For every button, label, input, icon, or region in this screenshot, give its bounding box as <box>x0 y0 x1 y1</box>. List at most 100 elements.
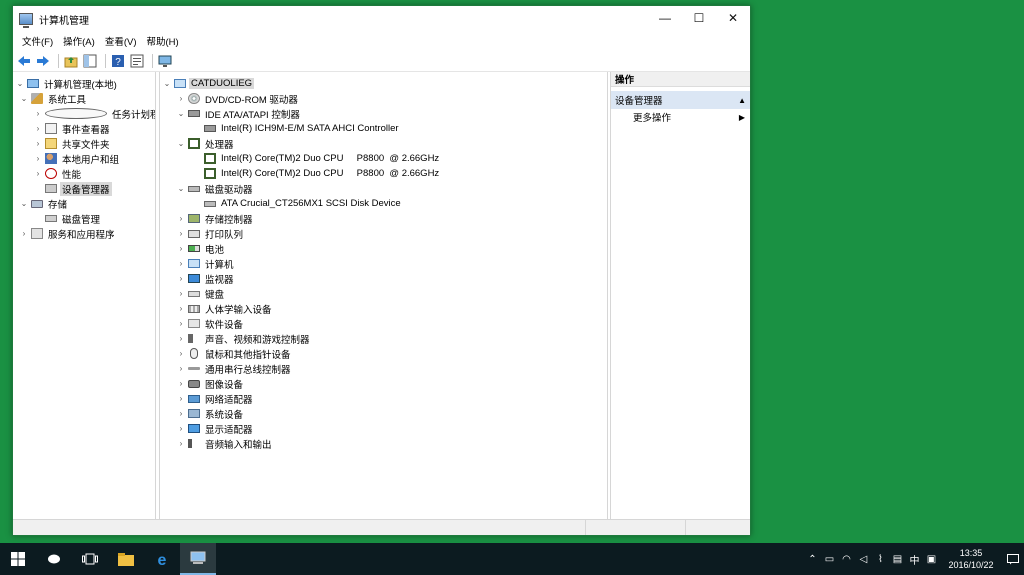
expanded-chevron-icon[interactable]: ⌄ <box>19 199 29 208</box>
device-category-audio-io[interactable]: › 音频输入和输出 <box>176 436 274 451</box>
device-category-imaging[interactable]: › 图像设备 <box>176 376 245 391</box>
tree-item-task-scheduler[interactable]: › 任务计划程序 <box>33 106 155 121</box>
device-category-print-queues[interactable]: › 打印队列 <box>176 226 245 241</box>
menu-action[interactable]: 操作(A) <box>58 34 100 48</box>
collapsed-chevron-icon[interactable]: › <box>176 349 186 358</box>
task-view-button[interactable] <box>72 543 108 575</box>
device-category-display[interactable]: › 显示适配器 <box>176 421 255 436</box>
collapsed-chevron-icon[interactable]: › <box>176 394 186 403</box>
collapsed-chevron-icon[interactable]: › <box>176 304 186 313</box>
device-category-monitors[interactable]: › 监视器 <box>176 271 236 286</box>
collapsed-chevron-icon[interactable]: › <box>176 229 186 238</box>
properties-button[interactable] <box>129 53 145 69</box>
device-category-disk-drives[interactable]: ⌄ 磁盘驱动器 <box>176 181 255 196</box>
show-hidden-icons-chevron-icon[interactable]: ⌃ <box>804 554 821 565</box>
collapsed-chevron-icon[interactable]: › <box>33 154 43 163</box>
collapsed-chevron-icon[interactable]: › <box>176 289 186 298</box>
collapsed-chevron-icon[interactable]: › <box>33 139 43 148</box>
collapsed-chevron-icon[interactable]: › <box>176 94 186 103</box>
device-category-system[interactable]: › 系统设备 <box>176 406 245 421</box>
maximize-button[interactable]: ☐ <box>682 6 716 30</box>
collapsed-chevron-icon[interactable]: › <box>176 439 186 448</box>
up-level-button[interactable] <box>63 53 79 69</box>
device-category-ide[interactable]: ⌄ IDE ATA/ATAPI 控制器 <box>176 106 302 121</box>
tree-item-device-manager[interactable]: 设备管理器 <box>33 181 112 196</box>
tree-item-computer-management[interactable]: ⌄ 计算机管理(本地) <box>15 76 119 91</box>
collapsed-chevron-icon[interactable]: › <box>33 124 43 133</box>
action-center-button[interactable] <box>1002 543 1024 575</box>
cortana-button[interactable] <box>36 543 72 575</box>
wifi-tray-icon[interactable]: ◠ <box>838 554 855 565</box>
menu-help[interactable]: 帮助(H) <box>141 34 183 48</box>
start-button[interactable] <box>0 543 36 575</box>
tree-item-shared-folders[interactable]: › 共享文件夹 <box>33 136 112 151</box>
file-explorer-button[interactable] <box>108 543 144 575</box>
scan-hardware-button[interactable] <box>157 53 173 69</box>
collapsed-chevron-icon[interactable]: › <box>176 409 186 418</box>
expanded-chevron-icon[interactable]: ⌄ <box>176 109 186 118</box>
show-hide-tree-button[interactable] <box>82 53 98 69</box>
device-category-network[interactable]: › 网络适配器 <box>176 391 255 406</box>
device-item-cpu-0[interactable]: Intel(R) Core(TM)2 Duo CPU P8800 @ 2.66G… <box>192 151 441 166</box>
computer-management-taskbar-button[interactable] <box>180 543 216 575</box>
device-category-sound[interactable]: › 声音、视频和游戏控制器 <box>176 331 312 346</box>
collapsed-chevron-icon[interactable]: › <box>176 424 186 433</box>
keyboard-tray-icon[interactable]: ▤ <box>889 554 906 565</box>
tree-item-services-apps[interactable]: › 服务和应用程序 <box>19 226 117 241</box>
actions-section-device-manager[interactable]: 设备管理器 ▲ <box>611 91 750 109</box>
collapsed-chevron-icon[interactable]: › <box>176 214 186 223</box>
expanded-chevron-icon[interactable]: ⌄ <box>176 184 186 193</box>
device-category-keyboards[interactable]: › 键盘 <box>176 286 226 301</box>
tree-item-local-users[interactable]: › 本地用户和组 <box>33 151 121 166</box>
collapsed-chevron-icon[interactable]: › <box>33 169 43 178</box>
more-actions-item[interactable]: 更多操作 ▶ <box>611 109 750 125</box>
ime-indicator[interactable]: 中 <box>906 552 923 567</box>
minimize-button[interactable]: — <box>648 6 682 30</box>
collapsed-chevron-icon[interactable]: › <box>176 244 186 253</box>
tree-item-system-tools[interactable]: ⌄ 系统工具 <box>19 91 88 106</box>
menu-view[interactable]: 查看(V) <box>100 34 142 48</box>
thermometer-tray-icon[interactable]: ⌇ <box>872 554 889 565</box>
battery-tray-icon[interactable]: ▭ <box>821 554 838 565</box>
collapse-up-icon[interactable]: ▲ <box>738 96 746 105</box>
clock[interactable]: 13:35 2016/10/22 <box>940 547 1002 571</box>
device-item-sata-controller[interactable]: Intel(R) ICH9M-E/M SATA AHCI Controller <box>192 121 401 136</box>
tree-item-storage[interactable]: ⌄ 存储 <box>19 196 69 211</box>
device-category-storage-controllers[interactable]: › 存储控制器 <box>176 211 255 226</box>
expanded-chevron-icon[interactable]: ⌄ <box>176 139 186 148</box>
device-category-batteries[interactable]: › 电池 <box>176 241 226 256</box>
device-category-hid[interactable]: › 人体学输入设备 <box>176 301 274 316</box>
expanded-chevron-icon[interactable]: ⌄ <box>162 79 172 88</box>
help-button[interactable]: ? <box>110 53 126 69</box>
device-item-ssd[interactable]: ATA Crucial_CT256MX1 SCSI Disk Device <box>192 196 403 211</box>
forward-button[interactable] <box>35 53 51 69</box>
tree-item-event-viewer[interactable]: › 事件查看器 <box>33 121 112 136</box>
device-category-computer[interactable]: › 计算机 <box>176 256 236 271</box>
device-item-cpu-1[interactable]: Intel(R) Core(TM)2 Duo CPU P8800 @ 2.66G… <box>192 166 441 181</box>
device-category-processor[interactable]: ⌄ 处理器 <box>176 136 236 151</box>
device-category-software-devices[interactable]: › 软件设备 <box>176 316 245 331</box>
collapsed-chevron-icon[interactable]: › <box>176 319 186 328</box>
device-category-dvd[interactable]: › DVD/CD-ROM 驱动器 <box>176 91 300 106</box>
close-button[interactable]: ✕ <box>716 6 750 30</box>
expanded-chevron-icon[interactable]: ⌄ <box>19 94 29 103</box>
title-bar[interactable]: 计算机管理 — ☐ ✕ <box>13 6 750 32</box>
collapsed-chevron-icon[interactable]: › <box>19 229 29 238</box>
collapsed-chevron-icon[interactable]: › <box>176 259 186 268</box>
expanded-chevron-icon[interactable]: ⌄ <box>15 79 25 88</box>
collapsed-chevron-icon[interactable]: › <box>176 364 186 373</box>
device-category-usb[interactable]: › 通用串行总线控制器 <box>176 361 293 376</box>
collapsed-chevron-icon[interactable]: › <box>176 274 186 283</box>
collapsed-chevron-icon[interactable]: › <box>176 379 186 388</box>
collapsed-chevron-icon[interactable]: › <box>176 334 186 343</box>
device-root[interactable]: ⌄ CATDUOLIEG <box>162 76 255 91</box>
back-button[interactable] <box>16 53 32 69</box>
device-category-mice[interactable]: › 鼠标和其他指针设备 <box>176 346 293 361</box>
menu-file[interactable]: 文件(F) <box>17 34 58 48</box>
tree-item-performance[interactable]: › 性能 <box>33 166 83 181</box>
edge-browser-button[interactable]: e <box>144 543 180 575</box>
ime-mode-icon[interactable]: ▣ <box>923 554 940 565</box>
volume-tray-icon[interactable]: ◁ <box>855 554 872 565</box>
collapsed-chevron-icon[interactable]: › <box>33 109 43 118</box>
tree-item-disk-management[interactable]: 磁盘管理 <box>33 211 102 226</box>
